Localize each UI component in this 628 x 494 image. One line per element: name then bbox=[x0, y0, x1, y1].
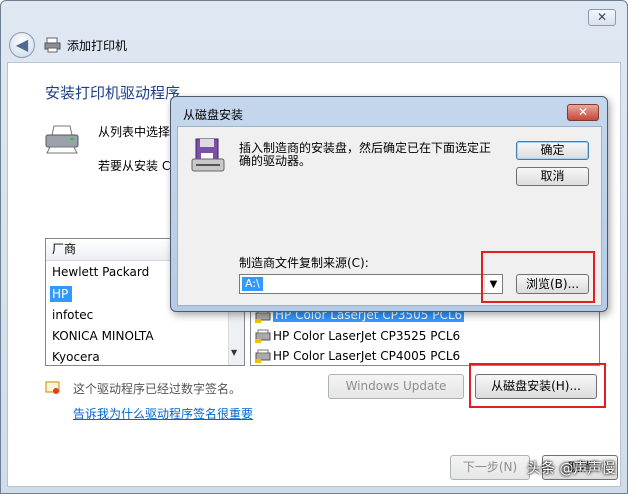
dialog-close-button[interactable]: ✕ bbox=[567, 104, 599, 121]
windows-update-button[interactable]: Windows Update bbox=[328, 374, 464, 399]
copy-from-value[interactable]: A:\ bbox=[242, 277, 263, 291]
list-item[interactable]: Kyocera bbox=[52, 350, 100, 364]
watermark: 头条 @声声慢 bbox=[527, 461, 616, 477]
instruction-line-2: 若要从安装 C bbox=[98, 159, 171, 173]
list-item-selected[interactable]: HP bbox=[50, 286, 73, 302]
floppy-disk-icon bbox=[191, 138, 225, 172]
list-item[interactable]: Hewlett Packard bbox=[52, 265, 149, 279]
copy-from-label: 制造商文件复制来源(C): bbox=[239, 256, 369, 270]
window-title: 添加打印机 bbox=[67, 39, 128, 53]
certificate-icon bbox=[45, 381, 60, 394]
printer-driver-icon bbox=[255, 349, 271, 363]
instruction-line-1: 从列表中选择 bbox=[98, 125, 171, 139]
scroll-down-icon[interactable]: ▼ bbox=[231, 348, 237, 357]
next-button[interactable]: 下一步(N) bbox=[450, 455, 530, 480]
printer-icon bbox=[44, 37, 61, 53]
signed-driver-text: 这个驱动程序已经过数字签名。 bbox=[73, 382, 242, 396]
highlight-box-have-disk bbox=[469, 363, 606, 408]
back-button[interactable]: ◀ bbox=[9, 32, 35, 58]
printer-driver-icon bbox=[255, 329, 271, 343]
list-item[interactable]: infotec bbox=[52, 308, 93, 322]
highlight-box-browse bbox=[481, 251, 595, 303]
dialog-message-line-2: 确的驱动器。 bbox=[239, 154, 312, 168]
window-close-button[interactable]: ✕ bbox=[588, 9, 616, 26]
printer-item[interactable]: HP Color LaserJet CP4005 PCL6 bbox=[273, 349, 460, 363]
dialog-ok-button[interactable]: 确定 bbox=[516, 141, 589, 160]
driver-signing-link[interactable]: 告诉我为什么驱动程序签名很重要 bbox=[73, 405, 253, 422]
printer-large-icon bbox=[45, 125, 79, 154]
dialog-title: 从磁盘安装 bbox=[183, 108, 244, 122]
printer-item[interactable]: HP Color LaserJet CP3525 PCL6 bbox=[273, 329, 460, 343]
copy-from-combobox[interactable]: A:\ ▼ bbox=[239, 274, 503, 294]
page-title: 安装打印机驱动程序 bbox=[45, 84, 181, 102]
list-item[interactable]: KONICA MINOLTA bbox=[52, 329, 154, 343]
dialog-cancel-button[interactable]: 取消 bbox=[516, 167, 589, 186]
